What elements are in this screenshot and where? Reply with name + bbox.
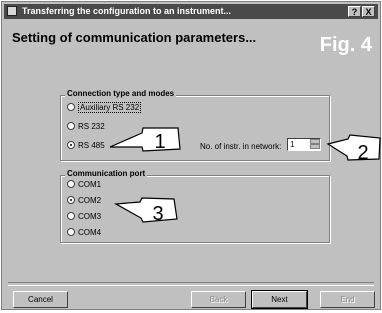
close-button[interactable]: X xyxy=(362,6,375,17)
radio-icon xyxy=(67,121,75,130)
radio-com4[interactable]: COM4 xyxy=(67,227,101,239)
radio-icon-selected xyxy=(67,140,75,149)
callout-2: 2 xyxy=(326,134,381,164)
connection-type-group: Connection type and modes Auxiliary RS 2… xyxy=(60,89,330,161)
radio-label: Auxiliary RS 232 xyxy=(78,102,142,113)
page-heading: Setting of communication parameters... xyxy=(12,30,257,45)
end-button[interactable]: End xyxy=(320,291,375,308)
radio-icon-selected xyxy=(67,195,75,204)
radio-icon xyxy=(67,211,75,220)
spin-buttons[interactable] xyxy=(310,139,320,150)
radio-label: COM3 xyxy=(78,212,102,221)
radio-auxiliary-rs232[interactable]: Auxiliary RS 232 xyxy=(67,102,142,114)
radio-com3[interactable]: COM3 xyxy=(67,211,101,223)
callout-2-arrow xyxy=(326,134,381,161)
window-title: Transferring the configuration to an ins… xyxy=(22,6,232,16)
radio-icon xyxy=(67,102,75,111)
cancel-button[interactable]: Cancel xyxy=(13,291,68,308)
radio-com2[interactable]: COM2 xyxy=(67,195,101,207)
connection-group-label: Connection type and modes xyxy=(65,89,177,98)
spin-down-icon[interactable] xyxy=(310,144,320,149)
header-area: Setting of communication parameters... F… xyxy=(4,20,378,66)
next-button[interactable]: Next xyxy=(251,290,308,309)
instr-count-label: No. of instr. in network: xyxy=(200,142,282,151)
radio-rs485[interactable]: RS 485 xyxy=(67,140,105,152)
back-button[interactable]: Back xyxy=(191,291,246,308)
app-icon xyxy=(7,6,17,16)
wizard-window: Transferring the configuration to an ins… xyxy=(1,1,381,310)
radio-label: COM4 xyxy=(78,228,102,237)
footer-divider xyxy=(8,282,374,286)
radio-icon xyxy=(67,179,75,188)
radio-label: COM2 xyxy=(78,196,102,205)
instr-count-value: 1 xyxy=(290,140,295,149)
title-bar: Transferring the configuration to an ins… xyxy=(4,4,378,19)
radio-label: COM1 xyxy=(78,180,102,189)
port-group-label: Communication port xyxy=(65,169,148,178)
radio-icon xyxy=(67,227,75,236)
figure-label: Fig. 4 xyxy=(319,34,372,56)
instr-count-stepper[interactable]: 1 xyxy=(287,138,321,151)
communication-port-group: Communication port COM1 COM2 COM3 COM4 xyxy=(60,169,330,243)
radio-com1[interactable]: COM1 xyxy=(67,179,101,191)
radio-label: RS 485 xyxy=(78,141,105,150)
help-button[interactable]: ? xyxy=(348,6,361,17)
callout-2-text: 2 xyxy=(357,142,368,164)
radio-label: RS 232 xyxy=(78,122,105,131)
radio-rs232[interactable]: RS 232 xyxy=(67,121,105,133)
